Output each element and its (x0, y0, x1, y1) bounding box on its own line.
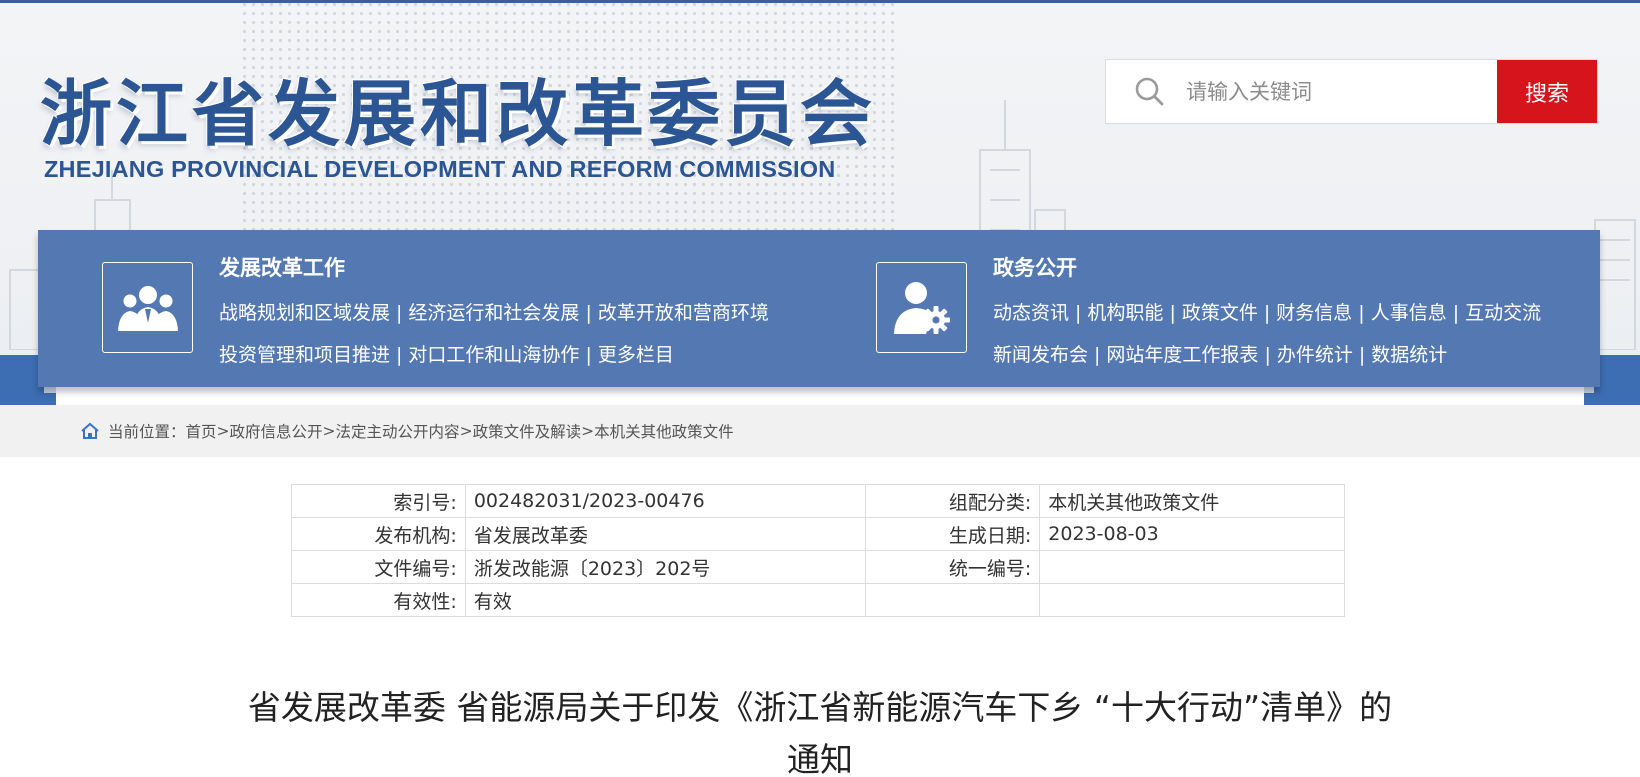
breadcrumb-bar: 当前位置： 首页 > 政府信息公开 > 法定主动公开内容 > 政策文件及解读 >… (0, 405, 1640, 457)
breadcrumb-home[interactable]: 首页 (186, 420, 217, 442)
nav-group-government-affairs: 政务公开 动态资讯 | 机构职能 | 政策文件 | 财务信息 | 人事信息 | 互动交流 新闻发布会… (798, 230, 1598, 387)
publisher-value: 省发展改革委 (464, 517, 867, 551)
search-icon (1135, 77, 1164, 105)
breadcrumb-separator: > (459, 422, 473, 440)
document-title-line-2: 通知 (787, 740, 853, 777)
site-header: 浙江省发展和改革委员会 ZHEJIANG PROVINCIAL DEVELOPM… (0, 0, 1640, 405)
validity-value: 有效 (464, 583, 867, 617)
validity-label: 有效性: (291, 583, 466, 617)
document-title: 省发展改革委 省能源局关于印发《浙江省新能源汽车下乡 “十大行动”清单》的 通知 (200, 682, 1440, 777)
nav-link-press-conference[interactable]: 新闻发布会 (993, 344, 1088, 366)
nav-separator: | (585, 302, 592, 324)
publisher-label: 发布机构: (291, 517, 466, 551)
index-number-label: 索引号: (291, 484, 466, 518)
home-icon (81, 422, 99, 439)
nav-row-development-1: 战略规划和区域发展 | 经济运行和社会发展 | 改革开放和营商环境 (219, 298, 769, 325)
search-box: 搜索 (1105, 59, 1598, 124)
nav-separator: | (1264, 344, 1271, 366)
unified-number-value (1039, 550, 1345, 584)
empty-cell (865, 583, 1041, 617)
table-row: 发布机构: 省发展改革委 生成日期: 2023-08-03 (291, 517, 1345, 551)
user-gear-icon (893, 281, 950, 334)
unified-number-label: 统一编号: (865, 550, 1041, 584)
nav-link-finance[interactable]: 财务信息 (1276, 302, 1352, 324)
nav-link-case-statistics[interactable]: 办件统计 (1277, 344, 1353, 366)
nav-icon-box-government-affairs[interactable] (876, 262, 967, 353)
date-value: 2023-08-03 (1039, 517, 1345, 551)
breadcrumb-separator: > (322, 422, 336, 440)
nav-group-development: 发展改革工作 战略规划和区域发展 | 经济运行和社会发展 | 改革开放和营商环境 投资管… (38, 230, 808, 387)
nav-separator: | (1075, 302, 1082, 324)
nav-row-development-2: 投资管理和项目推进 | 对口工作和山海协作 | 更多栏目 (219, 340, 674, 367)
nav-link-data-statistics[interactable]: 数据统计 (1371, 344, 1447, 366)
date-label: 生成日期: (865, 517, 1041, 551)
nav-link-counterpart-work[interactable]: 对口工作和山海协作 (408, 344, 579, 366)
document-number-label: 文件编号: (291, 550, 466, 584)
nav-link-annual-report[interactable]: 网站年度工作报表 (1106, 344, 1258, 366)
index-number-value: 002482031/2023-00476 (464, 484, 867, 518)
main-navigation: 发展改革工作 战略规划和区域发展 | 经济运行和社会发展 | 改革开放和营商环境 投资管… (38, 230, 1600, 387)
nav-separator: | (1094, 344, 1101, 366)
breadcrumb-policy-docs[interactable]: 政策文件及解读 (473, 420, 582, 442)
nav-link-personnel[interactable]: 人事信息 (1371, 302, 1447, 324)
nav-link-investment-management[interactable]: 投资管理和项目推进 (219, 344, 390, 366)
nav-link-news[interactable]: 动态资讯 (993, 302, 1069, 324)
nav-row-government-2: 新闻发布会 | 网站年度工作报表 | 办件统计 | 数据统计 (993, 340, 1447, 367)
nav-title-development[interactable]: 发展改革工作 (219, 252, 345, 282)
table-row: 有效性: 有效 (291, 583, 1345, 617)
nav-separator: | (396, 344, 403, 366)
site-logo-english: ZHEJIANG PROVINCIAL DEVELOPMENT AND REFO… (44, 156, 836, 182)
nav-separator: | (396, 302, 403, 324)
people-group-icon (117, 285, 178, 331)
nav-row-government-1: 动态资讯 | 机构职能 | 政策文件 | 财务信息 | 人事信息 | 互动交流 (993, 298, 1541, 325)
nav-separator: | (1169, 302, 1176, 324)
nav-link-interaction[interactable]: 互动交流 (1465, 302, 1541, 324)
nav-separator: | (1358, 302, 1365, 324)
breadcrumb-separator: > (216, 422, 230, 440)
nav-icon-box-development[interactable] (102, 262, 193, 353)
breadcrumb-prefix: 当前位置： (108, 423, 186, 441)
search-button[interactable]: 搜索 (1497, 60, 1597, 123)
breadcrumb-current[interactable]: 本机关其他政策文件 (594, 420, 734, 442)
nav-separator: | (1263, 302, 1271, 324)
nav-link-functions[interactable]: 机构职能 (1087, 302, 1163, 324)
breadcrumb-separator: > (581, 422, 595, 440)
breadcrumb-statutory-content[interactable]: 法定主动公开内容 (336, 420, 460, 442)
nav-separator: | (1358, 344, 1366, 366)
nav-link-strategy-planning[interactable]: 战略规划和区域发展 (219, 302, 390, 324)
nav-link-reform-opening[interactable]: 改革开放和营商环境 (598, 302, 769, 324)
category-label: 组配分类: (865, 484, 1041, 518)
document-number-value: 浙发改能源〔2023〕202号 (464, 550, 867, 584)
search-input[interactable] (1184, 78, 1497, 105)
category-value: 本机关其他政策文件 (1039, 484, 1345, 518)
nav-link-policy-documents[interactable]: 政策文件 (1182, 302, 1258, 324)
nav-title-government-affairs[interactable]: 政务公开 (993, 252, 1077, 282)
site-logo-chinese[interactable]: 浙江省发展和改革委员会 (40, 55, 876, 160)
breadcrumb-gov-info[interactable]: 政府信息公开 (230, 420, 323, 442)
empty-cell (1039, 583, 1345, 617)
table-row: 文件编号: 浙发改能源〔2023〕202号 统一编号: (291, 550, 1345, 584)
nav-panel-base (56, 387, 1584, 405)
document-info-table: 索引号: 002482031/2023-00476 组配分类: 本机关其他政策文… (291, 484, 1345, 617)
nav-link-economic-operation[interactable]: 经济运行和社会发展 (408, 302, 579, 324)
nav-link-more-columns[interactable]: 更多栏目 (598, 344, 674, 366)
nav-separator: | (585, 344, 592, 366)
document-title-line-1: 省发展改革委 省能源局关于印发《浙江省新能源汽车下乡 “十大行动”清单》的 (247, 688, 1393, 727)
nav-separator: | (1452, 302, 1460, 324)
page: 浙江省发展和改革委员会 ZHEJIANG PROVINCIAL DEVELOPM… (0, 0, 1640, 777)
table-row: 索引号: 002482031/2023-00476 组配分类: 本机关其他政策文… (291, 484, 1345, 518)
breadcrumb: 当前位置： 首页 > 政府信息公开 > 法定主动公开内容 > 政策文件及解读 >… (80, 405, 734, 457)
